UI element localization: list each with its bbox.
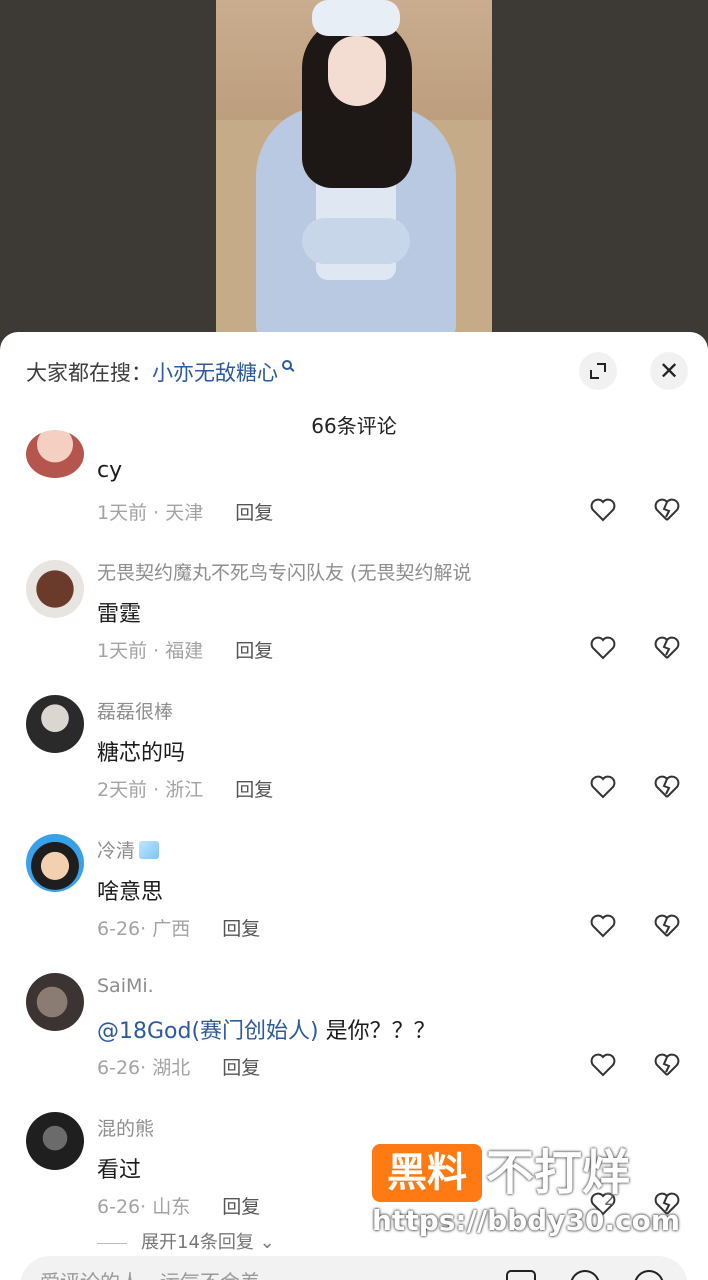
avatar[interactable] [26,834,84,892]
comment-time: 1天前 [97,502,148,524]
comment-meta: 6-26· 湖北 回复 [97,1057,261,1079]
comment-count: 66条评论 [311,414,397,438]
avatar[interactable] [26,1112,84,1170]
expand-replies-label: 展开14条回复 [141,1232,254,1253]
avatar[interactable] [26,973,84,1031]
comment-location: 天津 [165,502,204,524]
reply-button[interactable]: 回复 [235,502,273,524]
like-heart-icon[interactable] [590,498,616,522]
comment-content: 雷霆 [97,602,142,627]
expand-button[interactable] [579,352,617,390]
expand-icon [590,363,606,379]
comment-time: 1天前 [97,640,148,662]
dislike-broken-heart-icon[interactable] [654,498,680,522]
comment-time: 2天前 [97,779,148,801]
reply-button[interactable]: 回复 [235,640,273,662]
dislike-broken-heart-icon[interactable] [654,1053,680,1077]
ice-badge-icon [139,841,160,859]
search-term-link[interactable]: 小亦无敌糖心 [152,357,278,387]
video-frame [216,0,492,345]
like-heart-icon[interactable] [590,914,616,938]
reply-button[interactable]: 回复 [235,779,273,801]
expand-replies-button[interactable]: 展开14条回复 ⌄ [97,1228,275,1254]
comment-username[interactable]: SaiMi. [97,975,154,997]
comment-meta: 6-26· 山东 回复 [97,1196,261,1218]
comment-username[interactable]: 无畏契约魔丸不死鸟专闪队友 (无畏契约解说 [97,558,471,585]
dislike-broken-heart-icon[interactable] [654,636,680,660]
comment-location: 福建 [165,640,204,662]
comment-username[interactable]: 磊磊很棒 [97,697,173,724]
emoji-icon[interactable] [634,1270,664,1280]
watermark-url: https://bbdy30.com [372,1204,681,1237]
comment-content: 糖芯的吗 [97,741,186,766]
image-icon[interactable] [506,1270,536,1280]
comment-meta: 6-26· 广西 回复 [97,918,261,940]
comment-location: 湖北 [152,1057,191,1079]
search-suggestion[interactable]: 大家都在搜： 小亦无敌糖心 [26,354,292,390]
comment-content: 啥意思 [97,880,164,905]
avatar[interactable] [26,430,84,478]
comment-content: 看过 [97,1158,142,1183]
watermark-logo: 黑料 [372,1144,482,1202]
comment-username-text: 冷清 [97,840,136,862]
search-prefix: 大家都在搜： [26,361,152,385]
comment-time: 6-26 [97,1196,141,1218]
comment-text: 是你？？？ [318,1019,436,1044]
comment-input[interactable]: 爱评论的人，运气不会差 [20,1256,688,1280]
like-heart-icon[interactable] [590,775,616,799]
comment-time: 6-26 [97,918,141,940]
video-headbow [312,0,400,36]
comment-username[interactable]: 冷清 [97,836,160,863]
comment-meta: 2天前 · 浙江 回复 [97,779,274,801]
divider [97,1242,127,1244]
dislike-broken-heart-icon[interactable] [654,914,680,938]
watermark-text: 不打烊 [486,1145,631,1201]
like-heart-icon[interactable] [590,636,616,660]
comment-location: 山东 [152,1196,191,1218]
at-icon[interactable] [570,1270,600,1280]
dislike-broken-heart-icon[interactable] [654,775,680,799]
search-icon [282,360,292,370]
reply-button[interactable]: 回复 [222,1057,260,1079]
comment-location: 浙江 [165,779,204,801]
comment-sheet: 大家都在搜： 小亦无敌糖心 ✕ 66条评论 cy 1天前 · 天津 回复 无畏契… [0,332,708,1280]
comment-location: 广西 [152,918,191,940]
video-face [328,36,386,106]
comment-username[interactable]: 混的熊 [97,1114,154,1141]
avatar[interactable] [26,695,84,753]
avatar[interactable] [26,560,84,618]
comment-content: cy [97,458,123,483]
mention-link[interactable]: @18God(赛门创始人) [97,1019,319,1044]
close-icon: ✕ [658,357,680,385]
comment-meta: 1天前 · 福建 回复 [97,640,274,662]
watermark: 黑料 不打烊 https://bbdy30.com [372,1144,680,1244]
video-skirt-bow [302,218,410,264]
close-button[interactable]: ✕ [650,352,688,390]
chevron-down-icon: ⌄ [259,1232,275,1253]
comment-content: @18God(赛门创始人) 是你？？？ [97,1013,436,1045]
like-heart-icon[interactable] [590,1053,616,1077]
comment-meta: 1天前 · 天津 回复 [97,502,274,524]
comment-time: 6-26 [97,1057,141,1079]
reply-button[interactable]: 回复 [222,1196,260,1218]
comment-input-placeholder: 爱评论的人，运气不会差 [40,1266,260,1280]
reply-button[interactable]: 回复 [222,918,260,940]
video-player[interactable] [0,0,708,345]
